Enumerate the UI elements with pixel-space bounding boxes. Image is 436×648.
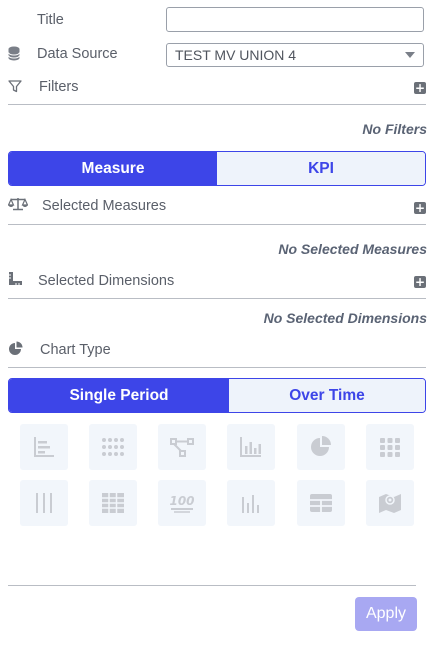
divider	[8, 224, 426, 225]
chart-type-label: Chart Type	[40, 342, 111, 358]
dimensions-empty-note: No Selected Dimensions	[263, 310, 427, 326]
datasource-label: Data Source	[37, 46, 118, 62]
chevron-down-icon	[405, 52, 415, 58]
filters-label: Filters	[39, 79, 79, 95]
vertical-lines-icon[interactable]	[20, 480, 68, 526]
pie-chart-icon[interactable]	[297, 424, 345, 470]
period-toggle: Single Period Over Time	[8, 378, 426, 413]
pie-chart-icon	[9, 341, 23, 355]
add-measure-button[interactable]: +	[414, 202, 426, 214]
over-time-tab[interactable]: Over Time	[229, 379, 425, 412]
add-dimension-button[interactable]: +	[414, 276, 426, 288]
table-grid-icon[interactable]	[89, 480, 137, 526]
title-label: Title	[37, 12, 64, 28]
map-icon[interactable]	[366, 480, 414, 526]
kpi-tab[interactable]: KPI	[217, 152, 425, 185]
divider	[8, 585, 416, 586]
hundred-kpi-icon[interactable]: 100	[158, 480, 206, 526]
filters-empty-note: No Filters	[362, 121, 427, 137]
divider	[8, 104, 426, 105]
database-icon	[8, 46, 20, 61]
add-filter-button[interactable]: +	[414, 82, 426, 94]
bar-chart-horizontal-icon[interactable]	[20, 424, 68, 470]
title-input[interactable]	[166, 7, 424, 32]
thin-bars-icon[interactable]	[227, 480, 275, 526]
datasource-value: TEST MV UNION 4	[175, 47, 297, 63]
dimensions-label: Selected Dimensions	[38, 273, 175, 289]
dot-grid-icon[interactable]	[89, 424, 137, 470]
svg-text:100: 100	[170, 494, 194, 508]
apply-button[interactable]: Apply	[355, 597, 417, 631]
divider	[8, 367, 426, 368]
single-period-tab[interactable]: Single Period	[9, 379, 229, 412]
divider	[8, 298, 426, 299]
dot-matrix-icon[interactable]	[366, 424, 414, 470]
column-chart-icon[interactable]	[227, 424, 275, 470]
measures-empty-note: No Selected Measures	[278, 241, 427, 257]
datasource-select[interactable]: TEST MV UNION 4	[166, 43, 424, 67]
ruler-icon	[9, 272, 22, 285]
layout-table-icon[interactable]	[297, 480, 345, 526]
measure-tab[interactable]: Measure	[9, 152, 217, 185]
measures-label: Selected Measures	[42, 198, 167, 214]
tree-diagram-icon[interactable]	[158, 424, 206, 470]
filter-icon	[8, 80, 22, 93]
balance-scale-icon	[8, 198, 28, 211]
measure-kpi-toggle: Measure KPI	[8, 151, 426, 186]
